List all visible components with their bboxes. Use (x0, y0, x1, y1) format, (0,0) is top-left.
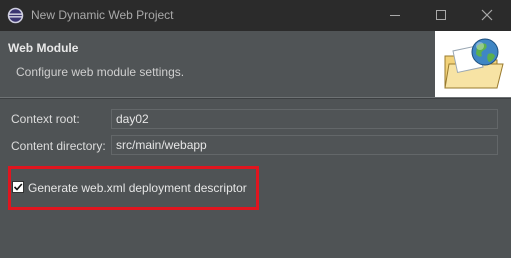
minimize-button[interactable] (380, 4, 410, 26)
close-icon (481, 9, 493, 21)
generate-descriptor-label[interactable]: Generate web.xml deployment descriptor (28, 181, 247, 195)
generate-descriptor-checkbox[interactable] (12, 181, 24, 193)
wizard-header: Web Module Configure web module settings… (0, 31, 511, 97)
folder-globe-icon (444, 38, 504, 89)
header-divider-shadow (0, 98, 511, 99)
minimize-icon (390, 15, 400, 16)
checkmark-icon (13, 183, 23, 191)
close-button[interactable] (472, 4, 502, 26)
maximize-button[interactable] (426, 4, 456, 26)
page-description: Configure web module settings. (16, 65, 185, 79)
title-bar: New Dynamic Web Project (0, 0, 511, 31)
maximize-icon (436, 10, 446, 20)
eclipse-icon (7, 7, 24, 24)
wizard-banner (435, 31, 511, 97)
window-title: New Dynamic Web Project (31, 8, 174, 22)
page-title: Web Module (8, 41, 79, 55)
content-directory-input[interactable] (111, 135, 498, 155)
context-root-input[interactable] (111, 109, 498, 129)
content-directory-label: Content directory: (11, 139, 106, 153)
context-root-label: Context root: (11, 112, 80, 126)
